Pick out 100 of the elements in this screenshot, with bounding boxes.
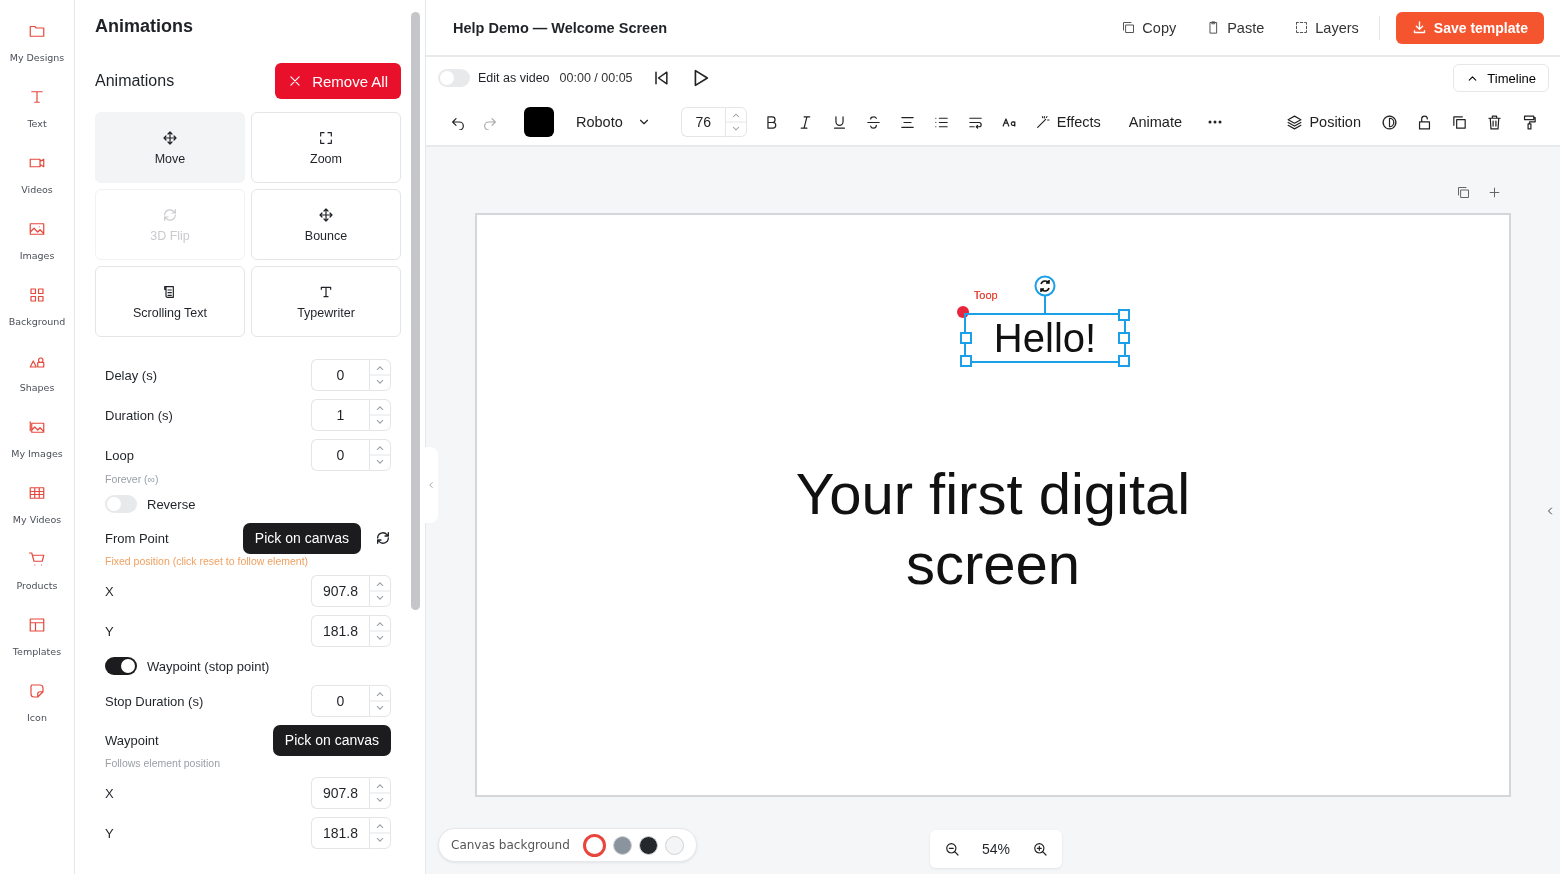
layout-icon (28, 616, 46, 634)
scrollbar[interactable] (411, 12, 420, 610)
animation-option[interactable]: Bounce (251, 189, 401, 260)
field-label: Stop Duration (s) (105, 693, 204, 709)
section-title: Animations (95, 72, 175, 90)
animation-option[interactable]: Scrolling Text (95, 266, 245, 337)
field-label: Loop (105, 447, 134, 463)
anchor-dot[interactable] (956, 306, 969, 318)
field-label: Y (105, 825, 114, 841)
hint-text: Follows element position (105, 757, 221, 769)
chevron-left-icon (426, 480, 436, 490)
panel-title: Animations (95, 16, 194, 37)
resize-handle[interactable] (1118, 309, 1131, 321)
remove-all-button[interactable]: Remove All (275, 63, 401, 99)
design-canvas[interactable]: Toop Hello! Your first digital screen (475, 213, 1511, 797)
zoom-in-button[interactable] (1032, 841, 1049, 857)
zoom-level: 54% (982, 841, 1011, 857)
nav-item[interactable]: My Images (11, 418, 63, 484)
number-field[interactable]: 0 (311, 439, 369, 471)
unlock-icon (1416, 113, 1433, 131)
number-field[interactable]: 0 (311, 685, 369, 717)
film-icon (28, 484, 46, 502)
strikethrough-icon (864, 113, 882, 131)
copy-icon (1121, 20, 1137, 35)
pick-on-canvas-button[interactable]: Pick on canvas (242, 522, 361, 554)
nav-item[interactable]: My Designs (9, 22, 65, 88)
resize-handle[interactable] (959, 332, 972, 344)
timeline-button[interactable]: Timeline (1453, 64, 1549, 92)
field-label: Y (105, 623, 114, 639)
more-button[interactable] (1208, 120, 1223, 124)
field-label: Delay (s) (105, 367, 157, 383)
nav-item[interactable]: Templates (12, 616, 62, 682)
nav-item[interactable]: Text (27, 88, 47, 154)
animation-option[interactable]: Move (95, 112, 245, 183)
field-label: X (105, 583, 114, 599)
hint-text: Forever (∞) (105, 473, 160, 485)
expand-icon (318, 129, 334, 146)
zoom-out-button[interactable] (944, 841, 960, 857)
gallery-icon (28, 418, 46, 436)
strikethrough-button[interactable] (864, 113, 882, 131)
refresh-icon (162, 206, 178, 223)
document-title: Help Demo — Welcome Screen (453, 19, 669, 36)
close-icon (288, 74, 303, 88)
nav-item[interactable]: Shapes (19, 352, 55, 418)
nav-item[interactable]: Videos (21, 154, 53, 220)
text-color-swatch[interactable] (524, 107, 554, 137)
font-size-field[interactable]: 76 (680, 107, 725, 137)
number-field[interactable]: 181.8 (311, 817, 369, 849)
number-field[interactable]: 907.8 (311, 777, 369, 809)
toggle-label: Waypoint (stop point) (147, 658, 270, 674)
canvas-background-label: Canvas background (451, 838, 570, 852)
number-field[interactable]: 1 (311, 399, 369, 431)
color-swatch[interactable] (582, 833, 606, 857)
nav-item[interactable]: Background (8, 286, 66, 352)
duplicate-button[interactable] (1451, 113, 1468, 131)
pick-on-canvas-button[interactable]: Pick on canvas (272, 724, 391, 756)
unlock-button[interactable] (1416, 113, 1433, 131)
layers-icon (1286, 113, 1304, 131)
zoom-in-icon (1032, 841, 1049, 857)
paint-roller-icon (1521, 113, 1538, 131)
nav-item[interactable]: Images (19, 220, 55, 286)
plus-icon[interactable] (1487, 185, 1502, 200)
header-action[interactable]: Layers (1294, 19, 1359, 36)
time-readout: 00:00 / 00:05 (559, 71, 633, 85)
download-icon (1411, 20, 1427, 35)
font-dropdown[interactable]: Roboto (570, 113, 657, 131)
toggle-label: Reverse (147, 496, 196, 512)
resize-handle[interactable] (959, 355, 972, 367)
effects-button[interactable]: Effects (1034, 114, 1101, 130)
reset-icon[interactable] (375, 530, 391, 546)
move-icon (318, 206, 334, 223)
header-action[interactable]: Paste (1206, 19, 1265, 36)
position-button[interactable]: Position (1286, 113, 1361, 131)
nav-item[interactable]: Icon (27, 682, 47, 748)
opacity-button[interactable] (1381, 113, 1398, 131)
nav-item[interactable]: Products (16, 550, 58, 616)
collapse-handle[interactable] (424, 447, 438, 523)
duplicate-icon[interactable] (1456, 185, 1471, 200)
paint-roller-button[interactable] (1521, 113, 1538, 131)
trash-button[interactable] (1486, 113, 1503, 131)
header-action[interactable]: Copy (1121, 19, 1177, 36)
nav-item[interactable]: My Videos (12, 484, 62, 550)
canvas-text[interactable]: Your first digital screen (758, 459, 1228, 599)
sticker-icon (28, 682, 46, 700)
resize-handle[interactable] (1118, 332, 1131, 344)
field-label: Waypoint (105, 732, 159, 748)
animation-option[interactable]: Typewriter (251, 266, 401, 337)
toggle-switch[interactable] (105, 657, 137, 675)
field-label: Duration (s) (105, 407, 173, 423)
number-field[interactable]: 181.8 (311, 615, 369, 647)
rotate-handle[interactable] (1034, 275, 1056, 315)
animation-option[interactable]: Zoom (251, 112, 401, 183)
field-label: From Point (105, 530, 169, 546)
number-field[interactable]: 0 (311, 359, 369, 391)
number-field[interactable]: 907.8 (311, 575, 369, 607)
resize-handle[interactable] (1118, 355, 1131, 367)
letter-t-icon (28, 88, 46, 106)
duplicate-icon (1451, 113, 1468, 131)
field-label: X (105, 785, 114, 801)
more-icon (1208, 120, 1223, 124)
